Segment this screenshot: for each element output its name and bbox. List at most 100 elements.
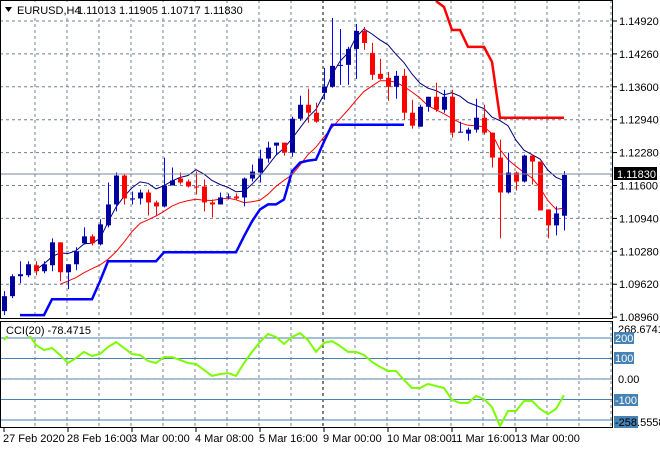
candle [170,167,175,186]
support-stop-line [20,123,404,317]
candle-body [298,104,303,119]
candle [10,274,15,299]
cci-level-minus-100: -100 [615,395,637,407]
candle-body [362,30,367,43]
candle [290,116,295,157]
candle-body [370,52,375,75]
candle-body [258,158,263,173]
candle-body [106,204,111,226]
cci-level-200: 200 [615,333,633,345]
candle [186,179,191,188]
candle-body [402,75,407,113]
cci-level-0: 0.00 [618,374,639,386]
candle-body [266,147,271,159]
price-tick-label: 1.14920 [619,16,659,28]
candle [138,189,143,205]
candle-body [242,178,247,198]
price-chart[interactable]: 1.14920 1.14260 1.13600 1.12940 1.12280 1.116… [0,0,660,450]
candle-body [442,96,447,110]
candle-body [474,117,479,130]
candle-body [562,175,567,216]
candle [218,192,223,205]
cci-axis: 268.6741 200 100 0.00 -100 -258.5558 [614,324,660,429]
candle [82,227,87,245]
time-tick-label: 27 Feb 2020 [3,433,65,445]
candle [450,89,455,138]
candle [210,199,215,218]
cci-scale-min: -258.5558 [615,417,660,429]
cci-level-100: 100 [615,353,633,365]
candle [538,161,543,211]
candle-body [26,264,31,276]
price-tick-label: 1.09620 [619,279,659,291]
candle-body [154,202,159,207]
time-tick-label: 11 Mar 16:00 [451,433,515,445]
ma-high-line [35,28,565,271]
candle [298,95,303,121]
current-price-label: 1.11830 [617,169,656,181]
candle-body [170,180,175,186]
time-tick-label: 5 Mar 16:00 [259,433,318,445]
candle [562,171,567,231]
candle [394,70,399,99]
candle-body [506,172,511,193]
candle [426,96,431,112]
candles [2,18,567,316]
candle-body [82,236,87,244]
candle-body [178,178,183,183]
candle [418,104,423,127]
time-tick-label: 3 Mar 00:00 [131,433,190,445]
candle-body [250,171,255,179]
cci-pane [3,329,565,429]
candle-body [226,196,231,198]
candle [58,242,63,282]
candle-body [434,96,439,110]
time-tick-label: 4 Mar 08:00 [195,433,254,445]
candle [370,42,375,80]
candle-body [34,265,39,272]
candle-body [74,251,79,265]
candle-body [554,213,559,226]
time-tick-label: 9 Mar 00:00 [323,433,382,445]
candle-body [450,96,455,133]
candle-body [330,65,335,87]
candle-body [114,175,119,205]
candle [202,179,207,212]
candle [234,193,239,200]
candle [250,164,255,182]
candle-body [322,86,327,93]
candle-body [162,185,167,207]
candle-body [210,202,215,205]
candle-body [138,192,143,199]
candle-body [346,48,351,65]
candle [330,18,335,88]
candle-body [482,117,487,133]
candle-body [18,274,23,277]
candle-body [354,30,359,49]
price-tick-label: 1.11600 [619,181,658,193]
candle-body [2,296,7,312]
candle-body [90,236,95,244]
candle [154,200,159,216]
time-tick-label: 10 Mar 08:00 [387,433,452,445]
candle-body [186,181,191,187]
candle-body [234,196,239,199]
candle-body [410,112,415,126]
price-tick-label: 1.10280 [619,246,659,258]
candle [338,28,343,85]
candle-body [306,104,311,113]
ohlc-label: 1.11013 1.11905 1.10717 1.11830 [77,5,243,17]
candle [402,68,407,120]
candle [474,98,479,133]
candle [466,127,471,141]
candle [378,58,383,80]
candle-body [274,142,279,146]
candle [490,132,495,168]
price-tick-label: 1.10940 [619,213,659,225]
price-tick-label: 1.12280 [619,148,659,160]
candle-body [122,175,127,199]
candle [354,23,359,79]
candle-body [98,224,103,245]
grid-lines [0,0,613,428]
candle [346,46,351,85]
